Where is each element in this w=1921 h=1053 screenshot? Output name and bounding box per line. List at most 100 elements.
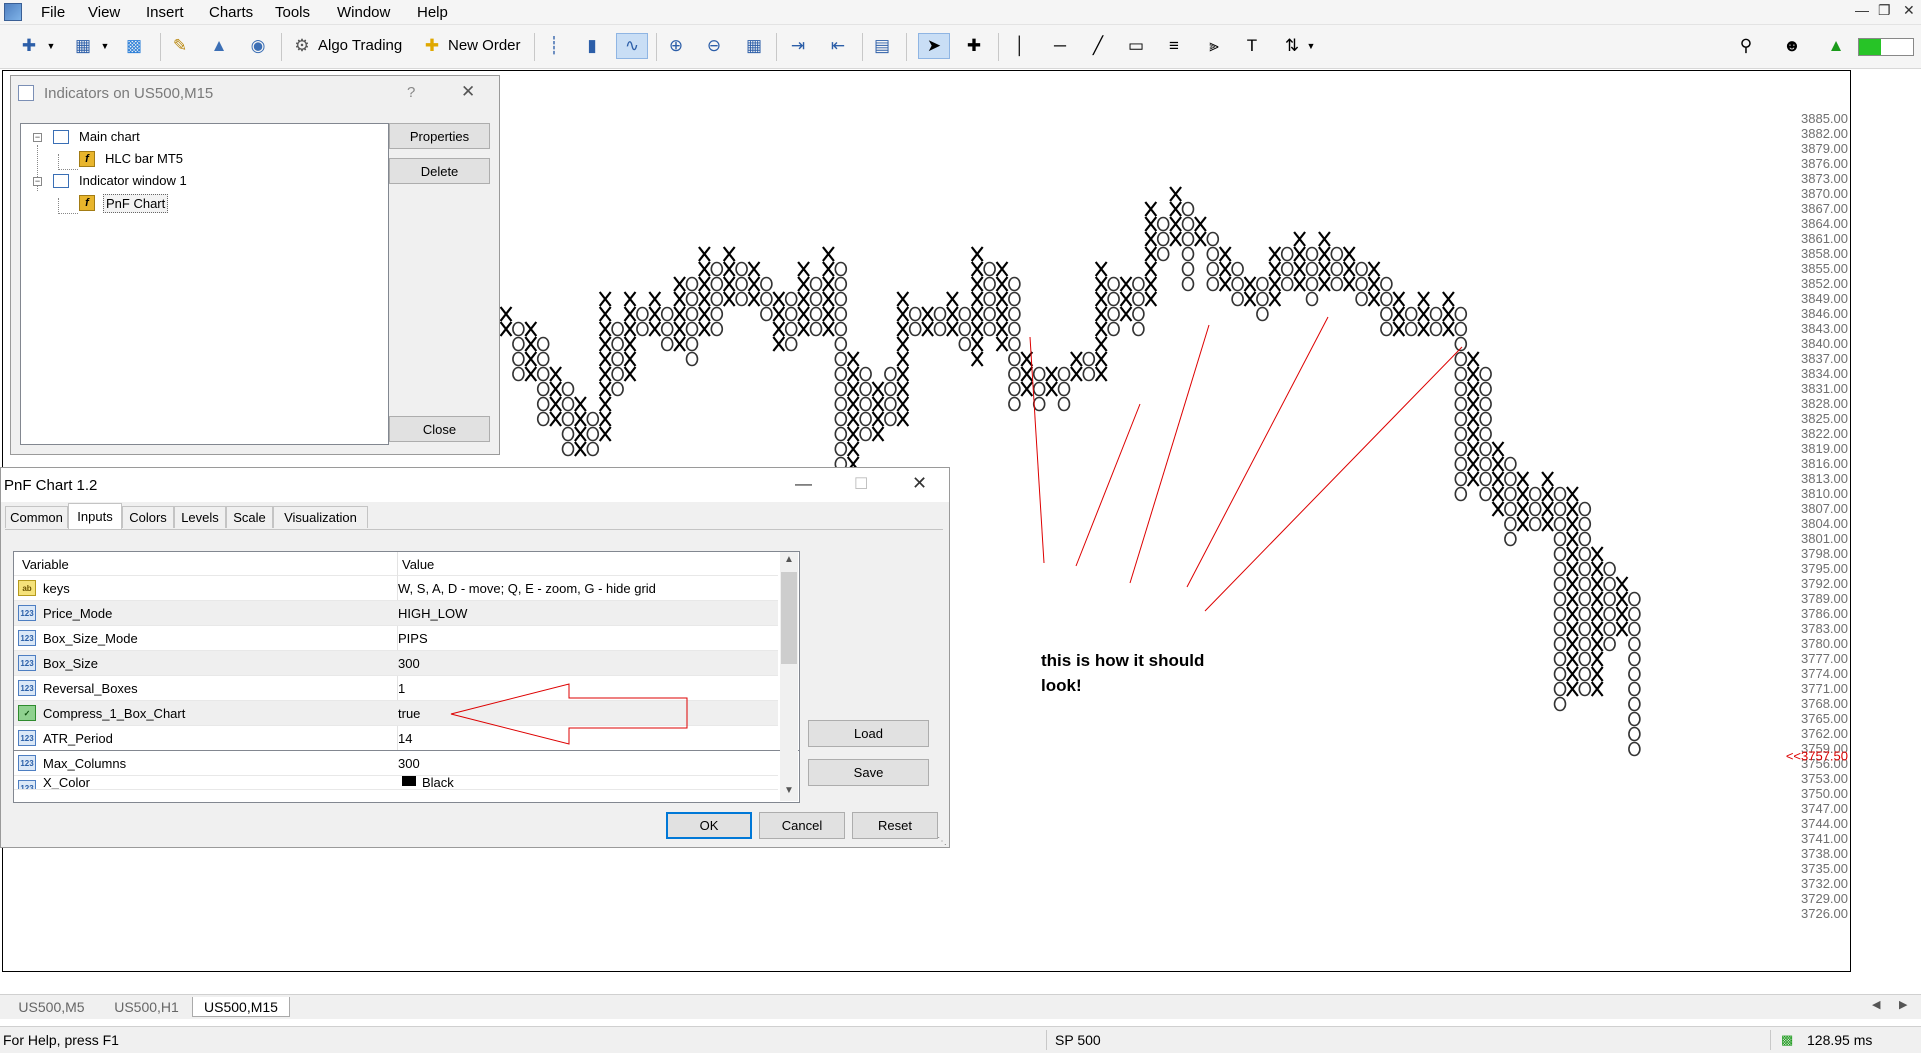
crosshair-icon[interactable]: ✚ (960, 33, 988, 59)
symbol-tab-h1[interactable]: US500,H1 (102, 997, 191, 1017)
algo-trading-button[interactable]: Algo Trading (318, 37, 402, 54)
properties-button[interactable]: Properties (389, 123, 490, 149)
menu-charts[interactable]: Charts (209, 4, 253, 21)
scrollbar-thumb[interactable] (781, 572, 797, 664)
text-icon[interactable]: T (1238, 33, 1266, 59)
scroll-down-icon[interactable]: ▼ (784, 785, 794, 796)
horizontal-line-icon[interactable]: ─ (1046, 33, 1074, 59)
symbol-tab-m5[interactable]: US500,M5 (6, 997, 97, 1017)
new-order-icon[interactable]: ✚ (418, 33, 446, 59)
input-row-box-size-mode[interactable]: 123 Box_Size_Mode PIPS (14, 626, 778, 651)
tree-item-pnf-chart[interactable]: PnF Chart (103, 194, 169, 213)
input-row-price-mode[interactable]: 123 Price_Mode HIGH_LOW (14, 601, 778, 626)
tile-windows-icon[interactable]: ▦ (740, 33, 768, 59)
account-icon[interactable]: ☻ (1778, 33, 1806, 59)
fibonacci-icon[interactable]: ≡ (1160, 33, 1188, 59)
dialog-close-icon[interactable]: ✕ (461, 82, 475, 102)
tree-item-indicator-window[interactable]: Indicator window 1 (79, 173, 187, 188)
tree-item-main-chart[interactable]: Main chart (79, 129, 140, 144)
x-box (698, 276, 711, 292)
input-value[interactable]: 1 (398, 681, 405, 696)
tree-item-hlc-bar[interactable]: HLC bar MT5 (105, 151, 183, 166)
line-chart-icon[interactable]: ∿ (616, 33, 648, 59)
menu-tools[interactable]: Tools (275, 4, 310, 21)
input-row-max-columns[interactable]: 123 Max_Columns 300 (14, 751, 778, 776)
chart-shift-icon[interactable]: ⇤ (824, 33, 852, 59)
input-row-box-size[interactable]: 123 Box_Size 300 (14, 651, 778, 676)
menu-file[interactable]: File (41, 4, 65, 21)
chevron-down-icon[interactable]: ▼ (46, 33, 56, 59)
close-button[interactable]: Close (389, 416, 490, 442)
tab-scale[interactable]: Scale (226, 506, 273, 528)
minimize-icon[interactable]: — (1855, 2, 1869, 18)
tab-inputs[interactable]: Inputs (68, 503, 122, 529)
menu-help[interactable]: Help (417, 4, 448, 21)
input-value[interactable]: true (398, 706, 420, 721)
input-value[interactable]: Black (422, 776, 454, 789)
input-row-keys[interactable]: ab keys W, S, A, D - move; Q, E - zoom, … (14, 576, 778, 601)
zoom-in-icon[interactable]: ⊕ (662, 33, 690, 59)
search-icon[interactable]: ⚲ (1732, 33, 1760, 59)
cancel-button[interactable]: Cancel (759, 812, 845, 839)
o-box (1479, 441, 1492, 457)
cursor-icon[interactable]: ➤ (918, 33, 950, 59)
tab-levels[interactable]: Levels (174, 506, 226, 528)
red-arrow-annotation (450, 683, 688, 745)
input-value[interactable]: HIGH_LOW (398, 606, 467, 621)
auto-scroll-icon[interactable]: ⇥ (784, 33, 812, 59)
collapse-icon[interactable]: − (33, 133, 42, 142)
grid-scrollbar[interactable]: ▲ ▼ (780, 552, 798, 801)
candlestick-icon[interactable]: ▮ (578, 33, 606, 59)
o-box (1032, 396, 1046, 412)
o-box (1479, 411, 1492, 427)
trendline-icon[interactable]: ╱ (1084, 33, 1112, 59)
profiles-icon[interactable]: ▦ (68, 33, 98, 59)
chevron-down-icon[interactable]: ▼ (100, 33, 110, 59)
tab-colors[interactable]: Colors (122, 506, 174, 528)
signals-icon[interactable]: ◉ (244, 33, 272, 59)
arrows-icon[interactable]: ⇅ (1278, 33, 1306, 59)
load-button[interactable]: Load (808, 720, 929, 747)
channel-icon[interactable]: ⫸ (1200, 33, 1228, 59)
level-icon[interactable]: ▲ (1822, 33, 1850, 59)
chevron-down-icon[interactable]: ▼ (1306, 33, 1316, 59)
algo-trading-icon[interactable]: ⚙ (288, 33, 316, 59)
vertical-line-icon[interactable]: │ (1006, 33, 1034, 59)
market-watch-icon[interactable]: ▩ (120, 33, 148, 59)
collapse-icon[interactable]: − (33, 177, 42, 186)
close-icon[interactable]: ✕ (1903, 2, 1915, 19)
input-value[interactable]: 14 (398, 731, 412, 746)
resize-grip-icon[interactable]: ⋱ (937, 836, 947, 847)
ok-button[interactable]: OK (666, 812, 752, 839)
input-value[interactable]: 300 (398, 656, 420, 671)
new-chart-icon[interactable]: ✚ (14, 33, 44, 59)
o-box (1553, 576, 1567, 592)
zoom-out-icon[interactable]: ⊖ (700, 33, 728, 59)
restore-icon[interactable]: ❐ (1878, 2, 1891, 19)
scroll-up-icon[interactable]: ▲ (784, 554, 794, 565)
rectangle-icon[interactable]: ▭ (1122, 33, 1150, 59)
bar-chart-icon[interactable]: ┊ (540, 33, 568, 59)
input-value[interactable]: W, S, A, D - move; Q, E - zoom, G - hide… (398, 581, 656, 596)
input-value[interactable]: PIPS (398, 631, 428, 646)
menu-insert[interactable]: Insert (146, 4, 184, 21)
tabs-scroll-left-icon[interactable]: ◀ (1872, 998, 1880, 1011)
tab-visualization[interactable]: Visualization (273, 506, 368, 528)
save-button[interactable]: Save (808, 759, 929, 786)
delete-button[interactable]: Delete (389, 158, 490, 184)
indicators-list-icon[interactable]: ▤ (868, 33, 896, 59)
help-icon[interactable]: ? (407, 84, 415, 101)
metaeditor-icon[interactable]: ✎ (166, 33, 194, 59)
symbol-tab-m15[interactable]: US500,M15 (192, 997, 290, 1017)
market-icon[interactable]: ▲ (205, 33, 233, 59)
menu-view[interactable]: View (88, 4, 120, 21)
input-row-x-color[interactable]: 123 X_Color Black (14, 776, 778, 790)
menu-window[interactable]: Window (337, 4, 390, 21)
new-order-button[interactable]: New Order (448, 37, 521, 54)
reset-button[interactable]: Reset (852, 812, 938, 839)
x-box (896, 381, 910, 397)
tab-common[interactable]: Common (5, 506, 68, 528)
tabs-scroll-right-icon[interactable]: ▶ (1899, 998, 1907, 1011)
x-box (598, 306, 612, 322)
input-value[interactable]: 300 (398, 756, 420, 771)
